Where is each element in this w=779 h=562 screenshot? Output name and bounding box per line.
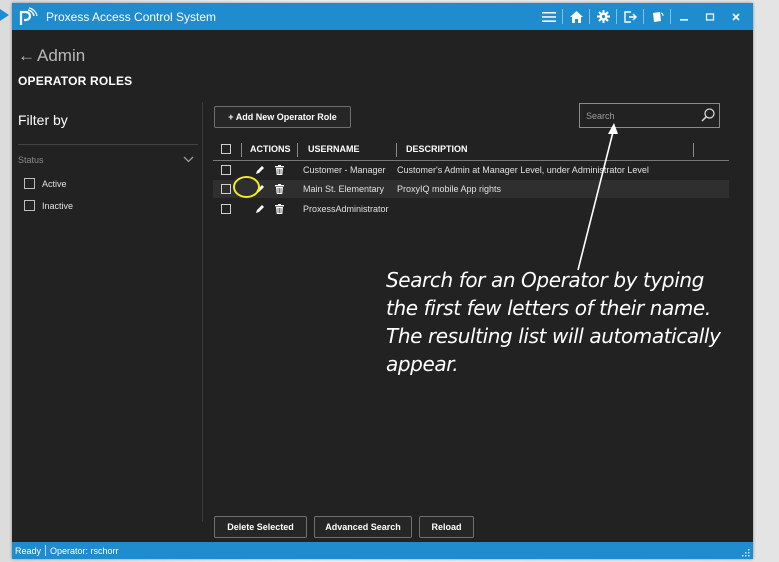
inactive-checkbox[interactable] [24, 200, 35, 211]
maximize-icon[interactable] [697, 3, 723, 30]
active-checkbox[interactable] [24, 178, 35, 189]
edit-icon[interactable] [255, 161, 265, 179]
row-description: Customer's Admin at Manager Level, under… [397, 165, 649, 175]
row-checkbox[interactable] [221, 165, 231, 175]
status-dropdown[interactable]: Status [18, 150, 194, 170]
trash-icon[interactable] [275, 180, 284, 198]
edit-icon[interactable] [255, 200, 265, 218]
status-operator: Operator: rschorr [50, 545, 119, 556]
resize-grip-icon[interactable] [740, 547, 750, 557]
filter-title: Filter by [18, 112, 68, 128]
close-icon[interactable] [723, 3, 749, 30]
column-header-description[interactable]: DESCRIPTION [406, 138, 468, 160]
back-arrow-icon: ← [18, 46, 35, 65]
logout-icon[interactable] [617, 3, 643, 30]
back-label: Admin [37, 46, 86, 65]
callout-text: Search for an Operator by typing the fir… [386, 268, 721, 376]
column-separator [297, 143, 298, 157]
panel-divider [202, 102, 203, 522]
title-bar: Proxess Access Control System [12, 3, 753, 30]
home-icon[interactable] [563, 3, 589, 30]
pointer-arrow-icon [0, 9, 9, 21]
search-box[interactable] [579, 103, 720, 128]
filter-divider [18, 144, 198, 145]
active-label: Active [42, 178, 67, 189]
row-username: ProxessAdministrator [303, 204, 389, 214]
page-title: OPERATOR ROLES [18, 74, 133, 88]
table-header: ACTIONS USERNAME DESCRIPTION [213, 138, 729, 161]
status-bar: Ready Operator: rschorr [12, 542, 753, 559]
app-title: Proxess Access Control System [46, 9, 217, 24]
row-description: ProxyIQ mobile App rights [397, 184, 502, 194]
trash-icon[interactable] [275, 200, 284, 218]
chevron-down-icon [183, 155, 194, 165]
edit-icon-highlight [233, 176, 260, 198]
proxess-logo-icon [18, 6, 38, 27]
status-state: Ready [15, 545, 42, 556]
select-all-checkbox[interactable] [221, 144, 231, 154]
advanced-search-button[interactable]: Advanced Search [314, 516, 412, 538]
trash-icon[interactable] [275, 161, 284, 179]
menu-icon[interactable] [536, 3, 562, 30]
row-username: Customer - Manager [303, 165, 386, 175]
title-bar-icons [536, 3, 749, 30]
inactive-label: Inactive [42, 200, 74, 211]
search-input[interactable] [584, 107, 698, 125]
table-row[interactable]: Customer - Manager Customer's Admin at M… [213, 161, 729, 179]
reload-button[interactable]: Reload [419, 516, 474, 538]
status-separator [45, 545, 47, 556]
add-operator-role-button[interactable]: + Add New Operator Role [214, 106, 351, 128]
column-header-actions[interactable]: ACTIONS [250, 138, 291, 160]
search-icon[interactable] [700, 107, 716, 123]
row-checkbox[interactable] [221, 184, 231, 194]
filter-option-inactive[interactable]: Inactive [24, 200, 73, 211]
column-separator [693, 143, 694, 157]
row-checkbox[interactable] [221, 204, 231, 214]
filter-option-active[interactable]: Active [24, 178, 67, 189]
row-username: Main St. Elementary [303, 184, 385, 194]
minimize-icon[interactable] [671, 3, 697, 30]
badge-icon[interactable] [644, 3, 670, 30]
delete-selected-button[interactable]: Delete Selected [214, 516, 307, 538]
column-separator [241, 143, 242, 157]
gear-icon[interactable] [590, 3, 616, 30]
column-header-username[interactable]: USERNAME [308, 138, 360, 160]
back-link[interactable]: ← Admin [18, 46, 85, 66]
status-label: Status [18, 155, 44, 165]
table-row[interactable]: Main St. Elementary ProxyIQ mobile App r… [213, 180, 729, 198]
column-separator [396, 143, 397, 157]
table-row[interactable]: ProxessAdministrator [213, 200, 729, 218]
